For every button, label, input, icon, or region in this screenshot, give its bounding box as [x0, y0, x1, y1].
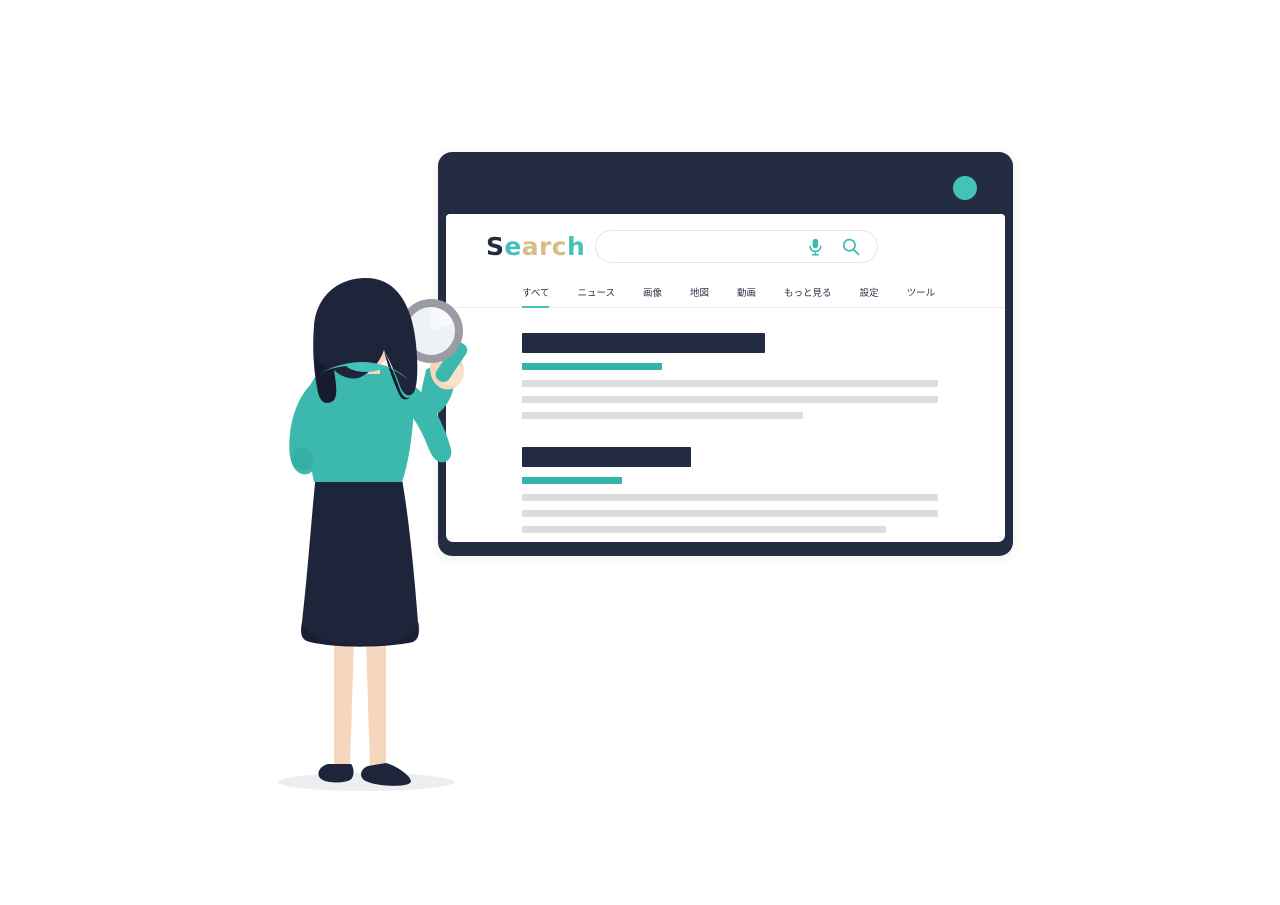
search-result-item[interactable]: [522, 333, 1005, 419]
browser-window: Search すべて ニュース 画像 地図 動画 もっと見る 設定 ツール: [438, 152, 1013, 556]
tab-5[interactable]: もっと見る: [784, 288, 832, 308]
brand-letter-5: h: [567, 232, 586, 261]
search-header: Search: [446, 214, 1005, 281]
result-url-placeholder[interactable]: [522, 363, 662, 370]
illustration-canvas: Search すべて ニュース 画像 地図 動画 もっと見る 設定 ツール: [0, 0, 1280, 905]
result-title-placeholder[interactable]: [522, 447, 691, 467]
browser-titlebar: [438, 152, 1013, 214]
window-control-dot[interactable]: [953, 176, 977, 200]
tab-3[interactable]: 地図: [690, 288, 709, 308]
result-snippet-line: [522, 494, 938, 501]
brand-letter-0: S: [486, 232, 505, 261]
skirt: [301, 474, 419, 647]
search-input[interactable]: [610, 231, 825, 262]
brand-letter-1: e: [504, 232, 522, 261]
brand-letter-4: c: [551, 232, 568, 261]
tab-0[interactable]: すべて: [522, 288, 550, 308]
tab-2[interactable]: 画像: [643, 288, 662, 308]
woman-with-magnifying-glass-illustration: [258, 270, 488, 800]
search-tabs: すべて ニュース 画像 地図 動画 もっと見る 設定 ツール: [446, 281, 1005, 308]
tab-4[interactable]: 動画: [737, 288, 756, 308]
search-tabs-list: すべて ニュース 画像 地図 動画 もっと見る 設定 ツール: [522, 281, 935, 308]
result-snippet-line: [522, 510, 938, 517]
result-title-placeholder[interactable]: [522, 333, 765, 353]
tab-7[interactable]: ツール: [907, 288, 936, 308]
brand-letter-2: a: [521, 232, 540, 261]
tab-6[interactable]: 設定: [860, 288, 879, 308]
brand-logo: Search: [486, 232, 585, 262]
result-snippet-line: [522, 396, 938, 403]
search-result-item[interactable]: [522, 447, 1005, 533]
search-results-list: [446, 308, 1005, 533]
result-snippet-line: [522, 380, 938, 387]
result-snippet-line: [522, 412, 803, 419]
result-snippet-line: [522, 526, 886, 533]
microphone-icon[interactable]: [807, 238, 824, 256]
tab-1[interactable]: ニュース: [577, 288, 615, 308]
legs: [334, 640, 386, 767]
result-url-placeholder[interactable]: [522, 477, 622, 484]
magnifier-icon[interactable]: [842, 238, 860, 256]
brand-letter-3: r: [539, 232, 552, 261]
browser-viewport: Search すべて ニュース 画像 地図 動画 もっと見る 設定 ツール: [446, 214, 1005, 542]
search-bar[interactable]: [595, 230, 878, 263]
